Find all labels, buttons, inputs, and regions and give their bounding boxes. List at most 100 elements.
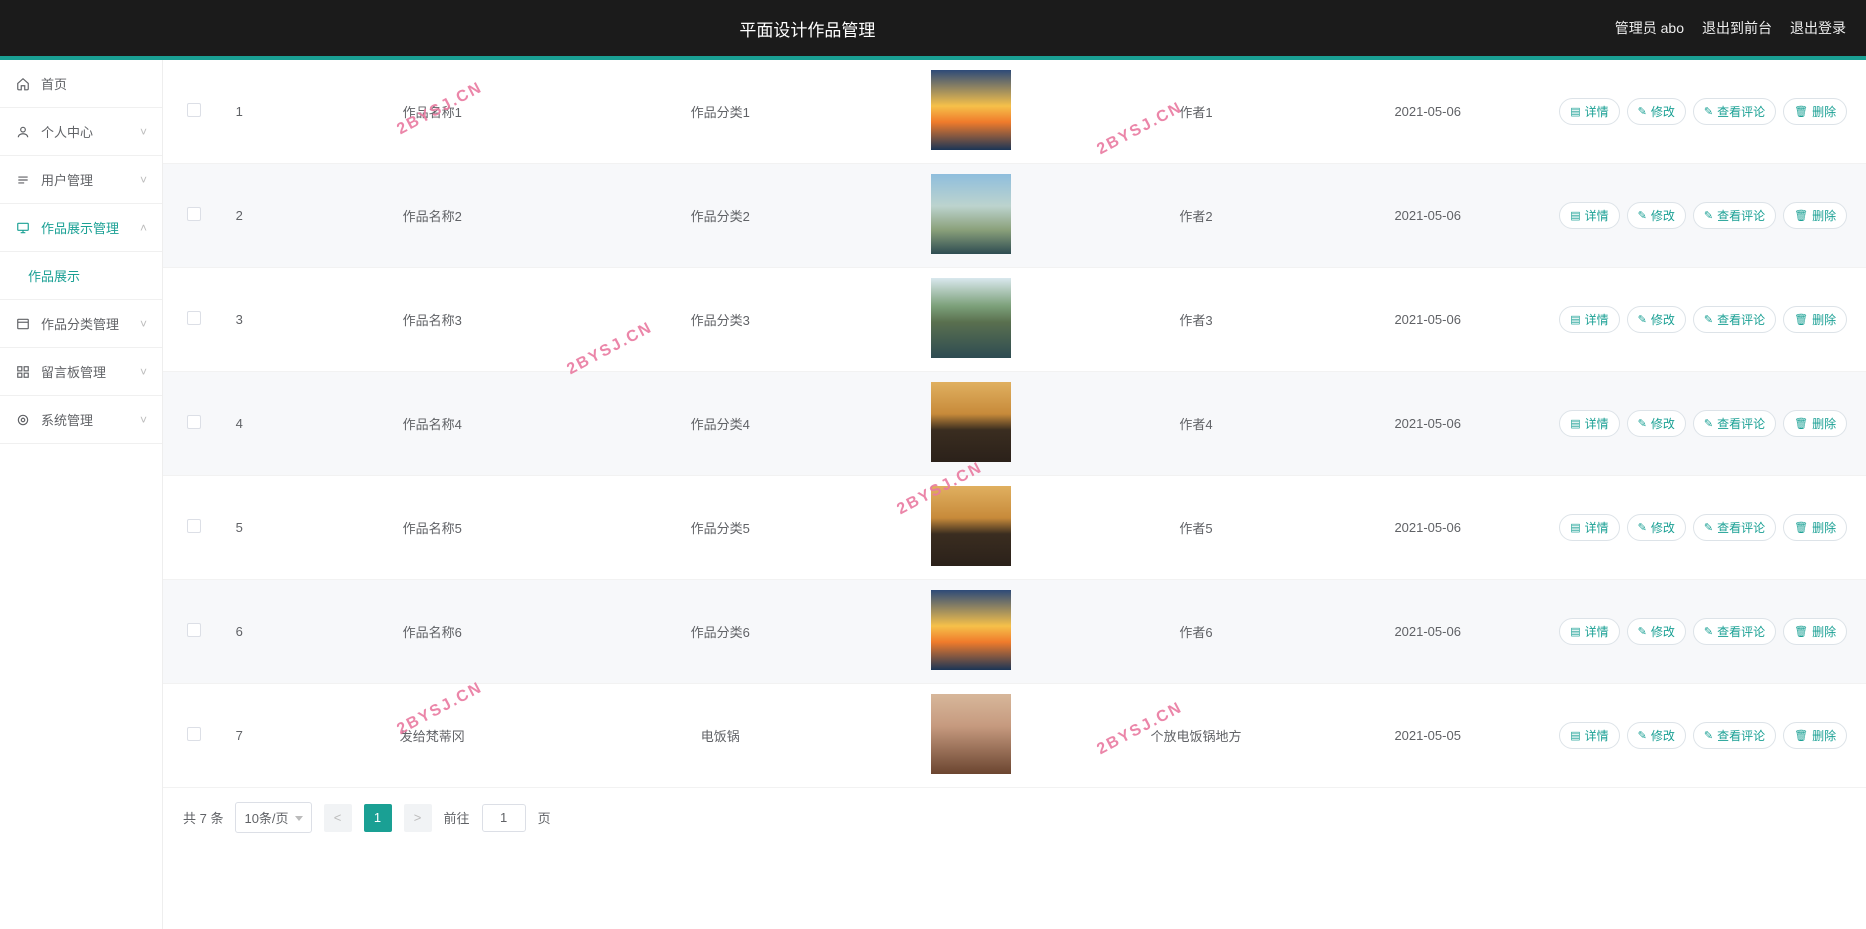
sidebar-item-4[interactable]: 作品分类管理˅ xyxy=(0,300,162,348)
row-author: 作者3 xyxy=(1077,268,1315,372)
details-button[interactable]: ▤详情 xyxy=(1559,306,1619,333)
sidebar-item-0[interactable]: 首页 xyxy=(0,60,162,108)
sidebar-item-2[interactable]: 用户管理˅ xyxy=(0,156,162,204)
delete-button[interactable]: 🗑删除 xyxy=(1783,202,1847,229)
row-checkbox[interactable] xyxy=(187,727,201,741)
sidebar-item-label: 个人中心 xyxy=(41,122,140,141)
view-comments-button[interactable]: ✎查看评论 xyxy=(1693,306,1776,333)
works-table: 1作品名称1作品分类1作者12021-05-06▤详情✎修改✎查看评论🗑删除2作… xyxy=(163,60,1866,788)
details-button[interactable]: ▤详情 xyxy=(1559,618,1619,645)
row-checkbox[interactable] xyxy=(187,623,201,637)
row-checkbox[interactable] xyxy=(187,311,201,325)
exit-to-front-link[interactable]: 退出到前台 xyxy=(1702,18,1772,38)
row-checkbox[interactable] xyxy=(187,103,201,117)
row-date: 2021-05-05 xyxy=(1315,684,1540,788)
row-actions: ▤详情 ✎修改 ✎查看评论 🗑删除 xyxy=(1548,722,1858,749)
row-category: 作品分类4 xyxy=(576,372,864,476)
sidebar-item-label: 系统管理 xyxy=(41,410,140,429)
row-thumbnail[interactable] xyxy=(931,382,1011,462)
row-thumbnail[interactable] xyxy=(931,590,1011,670)
sidebar-item-1[interactable]: 个人中心˅ xyxy=(0,108,162,156)
doc-icon: ▤ xyxy=(1570,729,1580,742)
view-comments-button[interactable]: ✎查看评论 xyxy=(1693,202,1776,229)
doc-icon: ▤ xyxy=(1570,417,1580,430)
view-comments-button[interactable]: ✎查看评论 xyxy=(1693,410,1776,437)
edit-button[interactable]: ✎修改 xyxy=(1627,202,1686,229)
sidebar-subitem-3-0[interactable]: 作品展示 xyxy=(0,252,162,300)
delete-button[interactable]: 🗑删除 xyxy=(1783,98,1847,125)
row-author: 作者1 xyxy=(1077,60,1315,164)
delete-button[interactable]: 🗑删除 xyxy=(1783,722,1847,749)
page-size-select[interactable]: 10条/页 xyxy=(235,802,311,833)
delete-button[interactable]: 🗑删除 xyxy=(1783,514,1847,541)
row-thumbnail[interactable] xyxy=(931,174,1011,254)
edit-icon: ✎ xyxy=(1638,105,1647,118)
row-index: 2 xyxy=(226,164,289,268)
logout-link[interactable]: 退出登录 xyxy=(1790,18,1846,38)
sidebar-item-3[interactable]: 作品展示管理˄ xyxy=(0,204,162,252)
details-button[interactable]: ▤详情 xyxy=(1559,410,1619,437)
admin-name-link[interactable]: 管理员 abo xyxy=(1615,18,1684,38)
edit-button[interactable]: ✎修改 xyxy=(1627,306,1686,333)
chevron-down-icon: ˅ xyxy=(140,317,147,331)
view-comments-button[interactable]: ✎查看评论 xyxy=(1693,618,1776,645)
prev-page-button[interactable]: < xyxy=(324,804,352,832)
trash-icon: 🗑 xyxy=(1794,105,1808,118)
view-comments-button[interactable]: ✎查看评论 xyxy=(1693,514,1776,541)
edit-button[interactable]: ✎修改 xyxy=(1627,98,1686,125)
user-manage-icon xyxy=(15,173,31,187)
details-button[interactable]: ▤详情 xyxy=(1559,202,1619,229)
details-button[interactable]: ▤详情 xyxy=(1559,514,1619,541)
row-thumbnail[interactable] xyxy=(931,278,1011,358)
details-button[interactable]: ▤详情 xyxy=(1559,98,1619,125)
view-comments-button[interactable]: ✎查看评论 xyxy=(1693,98,1776,125)
chevron-up-icon: ˄ xyxy=(140,221,147,235)
edit-button[interactable]: ✎修改 xyxy=(1627,618,1686,645)
comment-icon: ✎ xyxy=(1704,313,1713,326)
row-checkbox[interactable] xyxy=(187,207,201,221)
sidebar-item-6[interactable]: 系统管理˅ xyxy=(0,396,162,444)
sidebar-item-label: 用户管理 xyxy=(41,170,140,189)
row-category: 作品分类6 xyxy=(576,580,864,684)
row-date: 2021-05-06 xyxy=(1315,268,1540,372)
row-thumbnail[interactable] xyxy=(931,70,1011,150)
row-checkbox[interactable] xyxy=(187,415,201,429)
comment-icon: ✎ xyxy=(1704,729,1713,742)
row-index: 4 xyxy=(226,372,289,476)
delete-button[interactable]: 🗑删除 xyxy=(1783,410,1847,437)
row-category: 作品分类1 xyxy=(576,60,864,164)
goto-page-input[interactable] xyxy=(482,804,526,832)
total-count-label: 共 7 条 xyxy=(183,808,223,827)
page-size-value: 10条/页 xyxy=(244,808,288,827)
page-number-button[interactable]: 1 xyxy=(364,804,392,832)
row-checkbox[interactable] xyxy=(187,519,201,533)
comment-icon: ✎ xyxy=(1704,417,1713,430)
row-work-name: 作品名称6 xyxy=(288,580,576,684)
chevron-down-icon: ˅ xyxy=(140,173,147,187)
edit-button[interactable]: ✎修改 xyxy=(1627,722,1686,749)
edit-icon: ✎ xyxy=(1638,625,1647,638)
next-page-button[interactable]: > xyxy=(404,804,432,832)
page-title: 平面设计作品管理 xyxy=(0,16,1615,41)
row-work-name: 发给梵蒂冈 xyxy=(288,684,576,788)
delete-button[interactable]: 🗑删除 xyxy=(1783,306,1847,333)
row-date: 2021-05-06 xyxy=(1315,60,1540,164)
sidebar-item-5[interactable]: 留言板管理˅ xyxy=(0,348,162,396)
system-icon xyxy=(15,413,31,427)
row-date: 2021-05-06 xyxy=(1315,372,1540,476)
chevron-down-icon: ˅ xyxy=(140,413,147,427)
row-thumbnail[interactable] xyxy=(931,486,1011,566)
row-category: 作品分类2 xyxy=(576,164,864,268)
edit-icon: ✎ xyxy=(1638,729,1647,742)
table-row: 3作品名称3作品分类3作者32021-05-06▤详情✎修改✎查看评论🗑删除 xyxy=(163,268,1866,372)
edit-button[interactable]: ✎修改 xyxy=(1627,410,1686,437)
row-thumbnail[interactable] xyxy=(931,694,1011,774)
view-comments-button[interactable]: ✎查看评论 xyxy=(1693,722,1776,749)
sidebar-item-label: 留言板管理 xyxy=(41,362,140,381)
delete-button[interactable]: 🗑删除 xyxy=(1783,618,1847,645)
sidebar-item-label: 作品分类管理 xyxy=(41,314,140,333)
row-date: 2021-05-06 xyxy=(1315,476,1540,580)
doc-icon: ▤ xyxy=(1570,625,1580,638)
edit-button[interactable]: ✎修改 xyxy=(1627,514,1686,541)
details-button[interactable]: ▤详情 xyxy=(1559,722,1619,749)
